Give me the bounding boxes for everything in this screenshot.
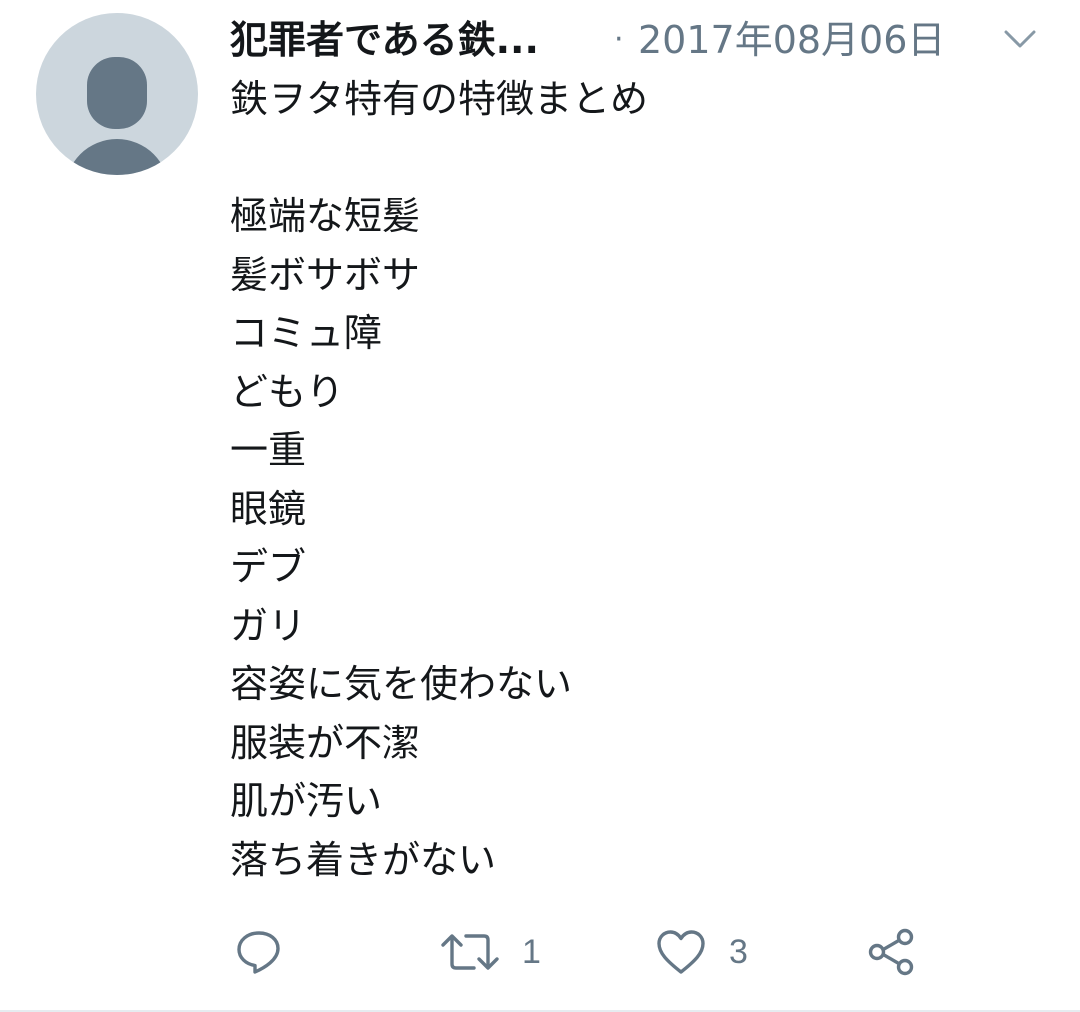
retweet-icon [440, 928, 500, 976]
heart-icon [655, 928, 707, 976]
share-icon [866, 927, 918, 977]
tweet-text-line: ガリ [230, 603, 307, 648]
avatar-default-body [65, 139, 169, 175]
tweet-text-line: 鉄ヲタ特有の特徴まとめ [230, 77, 649, 121]
tweet-text-line: 容姿に気を使わない [230, 662, 573, 706]
reply-button[interactable] [234, 924, 284, 980]
tweet-text-line: 一重 [230, 428, 307, 472]
tweet-text-line: どもり [230, 369, 345, 414]
avatar-default-head [87, 57, 147, 129]
tweet-text-line: 髪ボサボサ [230, 252, 421, 297]
separator-dot: · [614, 22, 624, 57]
tweet-text-line: 落ち着きがない [230, 837, 497, 882]
tweet-text-line: 肌が汚い [230, 779, 383, 823]
like-count: 3 [729, 932, 748, 971]
display-name[interactable]: 犯罪者である鉄... [230, 12, 539, 68]
retweet-button[interactable]: 1 [440, 924, 541, 980]
tweet-text-line: 服装が不潔 [230, 720, 421, 765]
avatar[interactable] [36, 13, 198, 175]
timestamp[interactable]: 2017年08月06日 [638, 12, 945, 68]
tweet-text-line: コミュ障 [230, 311, 383, 355]
tweet[interactable]: 犯罪者である鉄... · 2017年08月06日 鉄ヲタ特有の特徴まとめ 極端な… [0, 0, 1080, 1012]
tweet-actions: 1 3 [230, 924, 1050, 980]
share-button[interactable] [866, 924, 918, 980]
like-button[interactable]: 3 [655, 924, 748, 980]
tweet-text-line: デブ [230, 545, 307, 589]
tweet-text: 鉄ヲタ特有の特徴まとめ 極端な短髪 髪ボサボサ コミュ障 どもり 一重 眼鏡 デ… [230, 70, 1050, 889]
tweet-text-line [230, 129, 1050, 188]
retweet-count: 1 [522, 932, 541, 971]
chevron-down-icon[interactable] [1000, 24, 1040, 56]
tweet-text-line: 眼鏡 [230, 486, 307, 531]
reply-icon [234, 928, 284, 976]
tweet-text-line: 極端な短髪 [230, 194, 421, 238]
tweet-header: 犯罪者である鉄... · 2017年08月06日 [230, 12, 1050, 68]
